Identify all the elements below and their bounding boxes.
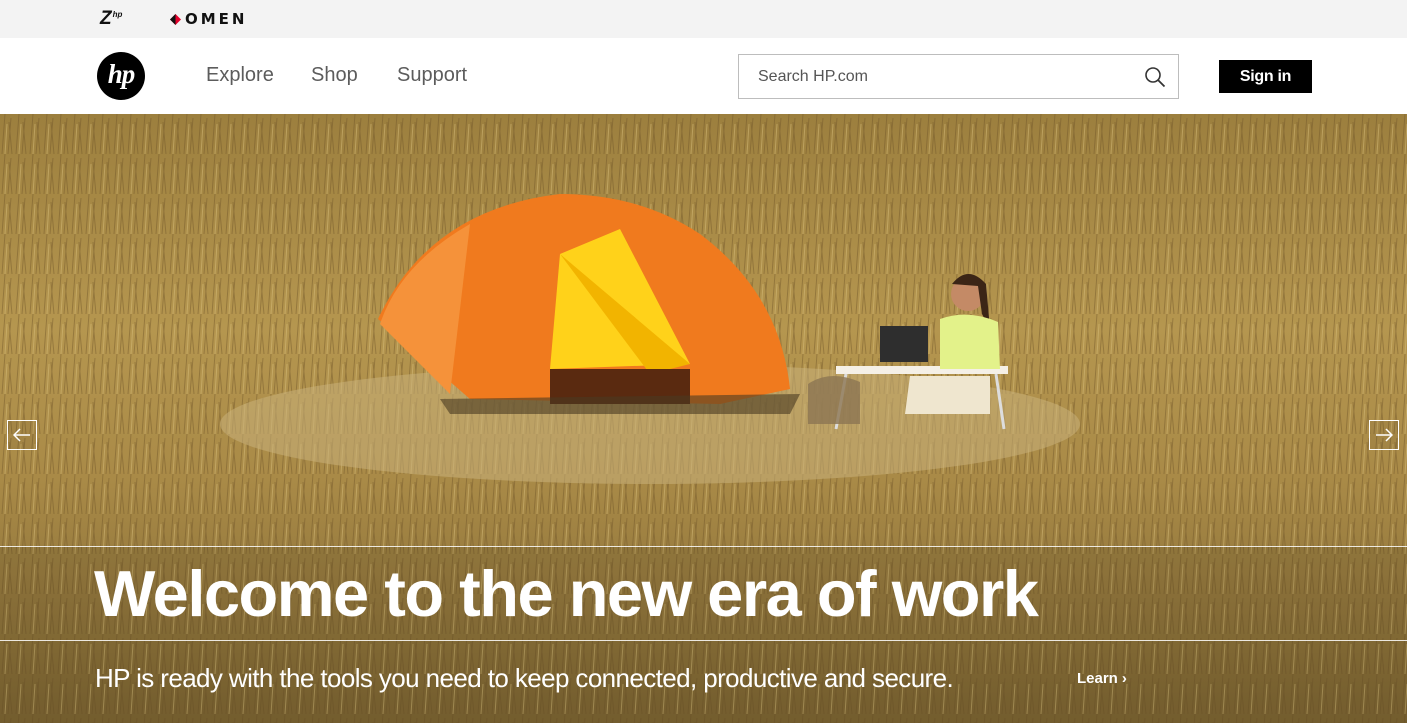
hero-title: Welcome to the new era of work <box>94 557 1039 630</box>
sign-in-button[interactable]: Sign in <box>1219 60 1312 93</box>
hero-banner: Welcome to the new era of work HP is rea… <box>0 114 1407 723</box>
nav-item-support: Support <box>397 63 467 87</box>
omen-logo-text: OMEN <box>185 10 248 28</box>
hp-logo-text: hp <box>107 59 136 89</box>
arrow-right-icon <box>1376 428 1393 442</box>
search-input[interactable] <box>739 55 1139 98</box>
hero-subtitle: HP is ready with the tools you need to k… <box>95 663 954 693</box>
hero-divider-bottom <box>0 640 1407 641</box>
z-logo-letter: Z <box>100 8 112 29</box>
nav-link-explore[interactable]: Explore <box>206 63 274 87</box>
hero-divider-top <box>0 546 1407 547</box>
hp-logo[interactable]: hp <box>97 52 145 100</box>
learn-link-label: Learn <box>1077 670 1118 687</box>
carousel-prev-button[interactable] <box>7 420 37 450</box>
search-icon[interactable] <box>1144 66 1166 88</box>
nav-link-shop[interactable]: Shop <box>311 63 358 87</box>
z-by-hp-logo[interactable]: Z hp <box>100 9 122 29</box>
nav-item-shop: Shop <box>311 63 358 87</box>
chevron-right-icon: › <box>1121 670 1127 687</box>
site-header: hp Explore Shop Support Sign in <box>0 38 1407 114</box>
z-logo-sub: hp <box>112 10 123 19</box>
omen-diamond-icon <box>170 13 181 25</box>
carousel-next-button[interactable] <box>1369 420 1399 450</box>
arrow-left-icon <box>13 428 30 442</box>
search-box <box>738 54 1179 99</box>
nav-item-explore: Explore <box>206 63 274 87</box>
learn-link[interactable]: Learn › <box>1077 668 1127 690</box>
brand-strip: Z hp OMEN <box>0 0 1407 38</box>
omen-logo[interactable]: OMEN <box>170 9 247 29</box>
nav-link-support[interactable]: Support <box>397 63 467 87</box>
